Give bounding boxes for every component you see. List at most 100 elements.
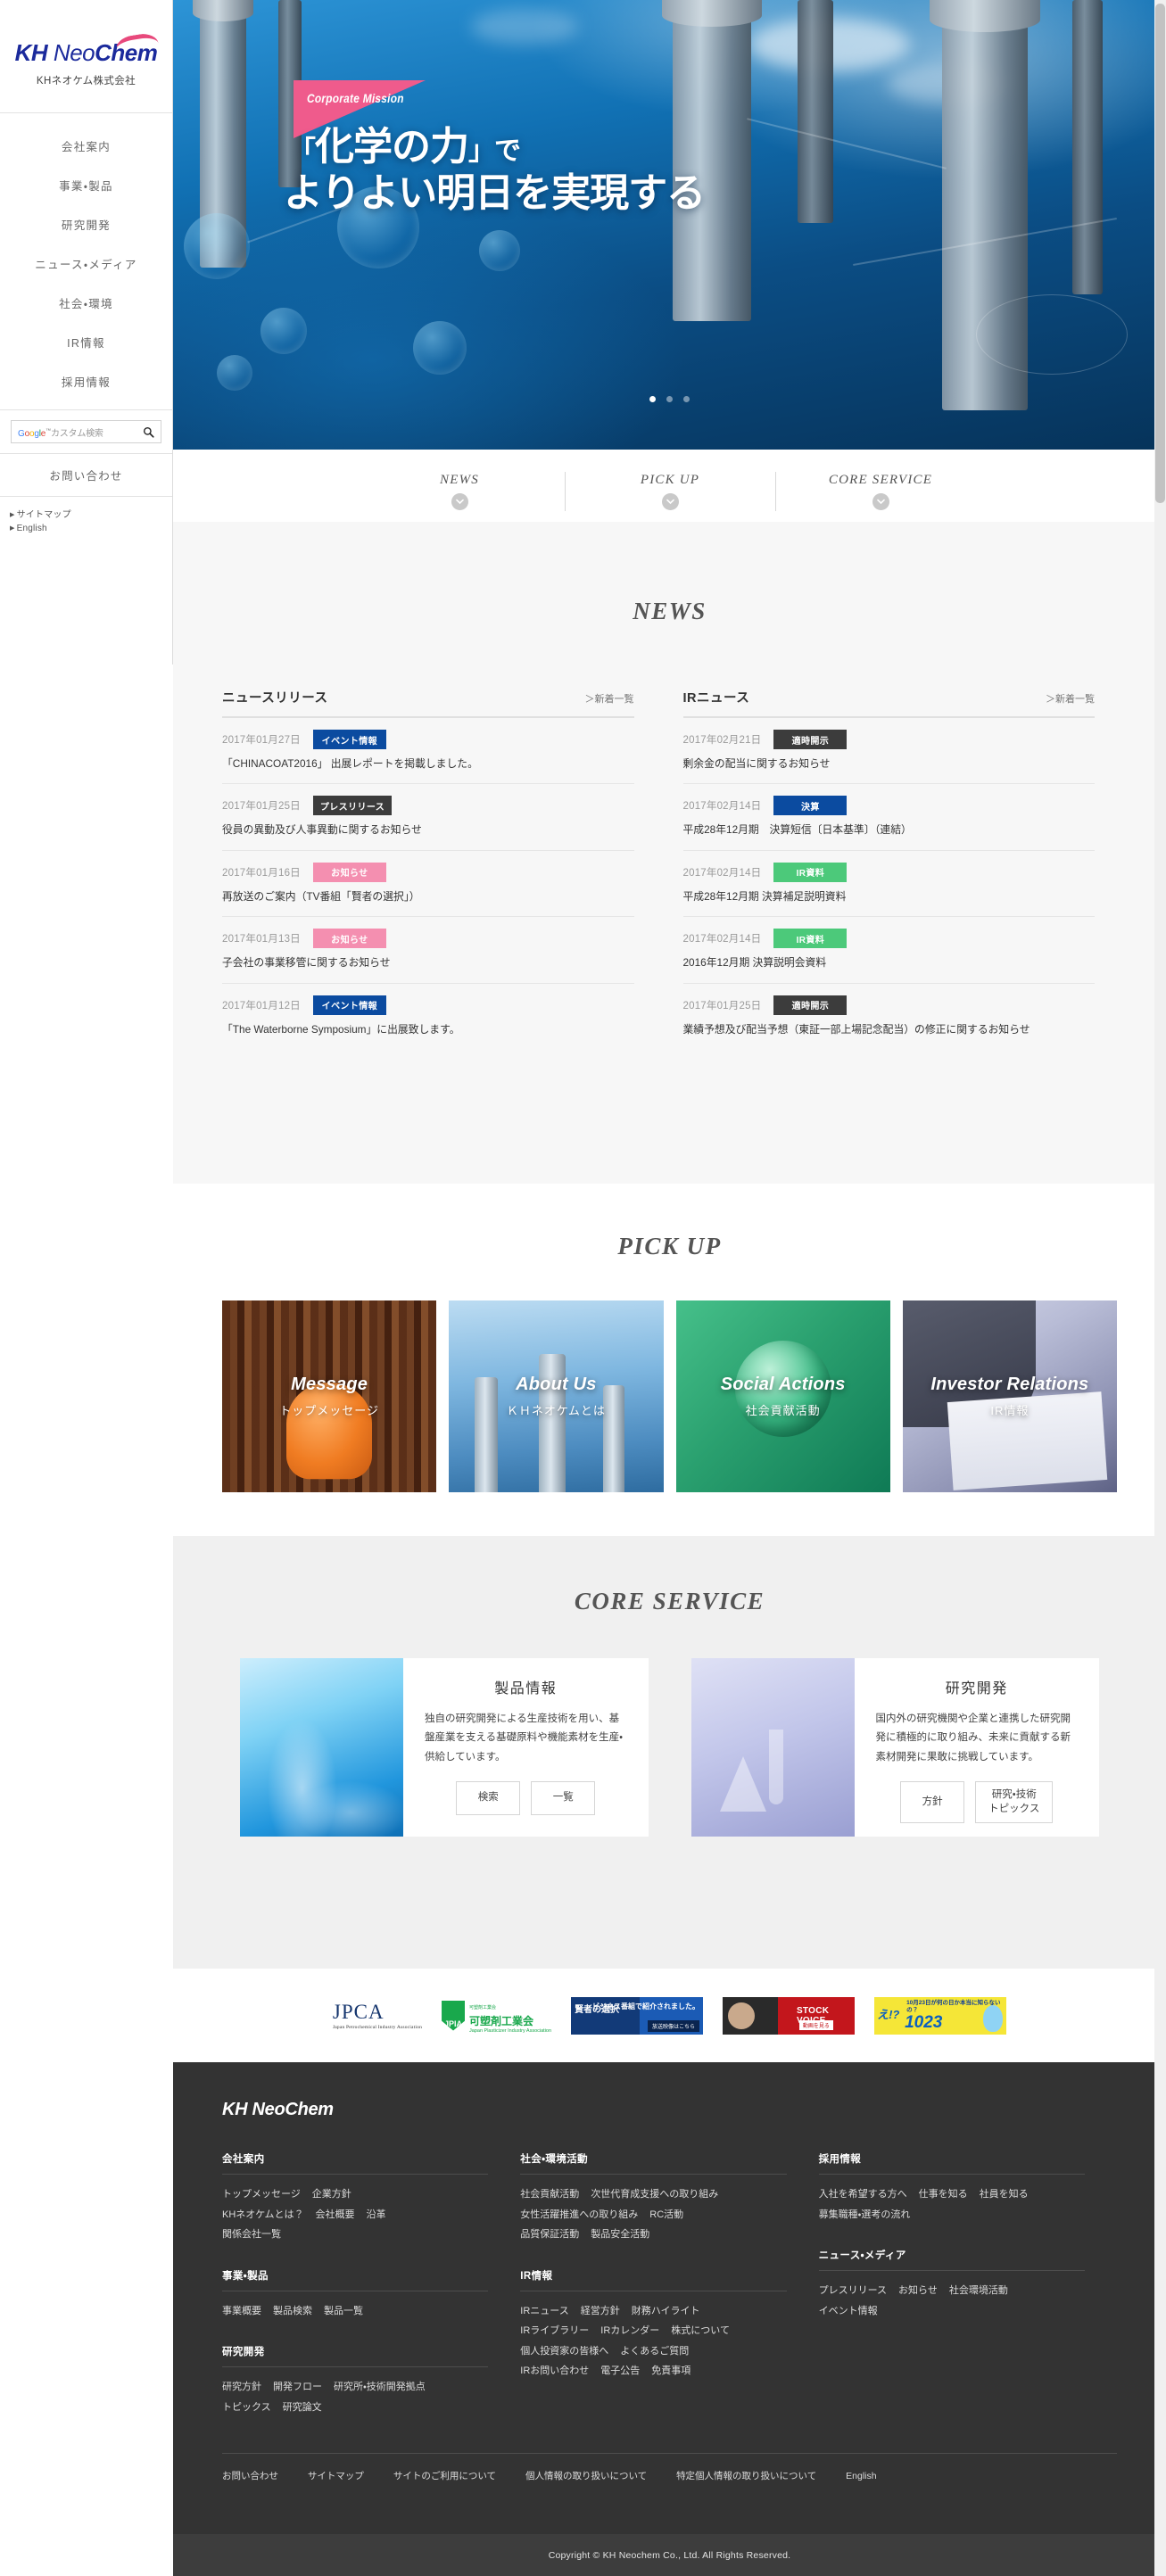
sidebar-item-business[interactable]: 事業・製品 bbox=[0, 165, 172, 204]
product-search-button[interactable]: 検索 bbox=[456, 1780, 521, 1815]
product-list-button[interactable]: 一覧 bbox=[531, 1780, 596, 1815]
footer-column-3: 採用情報 入社を希望する方へ 仕事を知る 社員を知る 募集職種・選考の流れ ニュース… bbox=[818, 2151, 1117, 2440]
news-item[interactable]: 2017年02月14日 決算 平成28年12月期 決算短信〔日本基準〕（連結） bbox=[682, 784, 1095, 851]
news-date: 2017年01月25日 bbox=[682, 1000, 762, 1011]
sidebar-item-ir[interactable]: IR情報 bbox=[0, 322, 172, 361]
news-item[interactable]: 2017年01月25日 適時開示 業績予想及び配当予想（東証一部上場記念配当）の… bbox=[683, 984, 1096, 1049]
sidebar-item-rnd[interactable]: 研究開発 bbox=[0, 204, 172, 244]
core-service-title: CORE SERVICE bbox=[574, 1588, 765, 1614]
page-scrollbar[interactable] bbox=[1154, 0, 1166, 2576]
news-item[interactable]: 2017年01月27日 イベント情報 「CHINACOAT2016」 出展レポー… bbox=[222, 718, 634, 785]
footer-link[interactable]: 社員を知る bbox=[980, 2189, 1029, 2200]
pickup-card-social-actions[interactable]: Social Actions 社会貢献活動 bbox=[675, 1300, 890, 1492]
footer-link[interactable]: 研究所・技術開発拠点 bbox=[334, 2382, 426, 2392]
news-item[interactable]: 2017年02月21日 適時開示 剰余金の配当に関するお知らせ bbox=[682, 718, 1095, 785]
footer-link[interactable]: 企業方針 bbox=[312, 2189, 351, 2200]
ir-news-more-link[interactable]: ＞新着一覧 bbox=[1046, 691, 1095, 706]
footer-link[interactable]: 製品一覧 bbox=[324, 2306, 363, 2316]
footer-link[interactable]: 募集職種・選考の流れ bbox=[819, 2209, 911, 2220]
footer-bottom-link-terms[interactable]: サイトのご利用について bbox=[393, 2471, 496, 2481]
footer-link[interactable]: 会社概要 bbox=[316, 2209, 355, 2220]
footer-link[interactable]: トップメッセージ bbox=[222, 2189, 301, 2200]
footer-link[interactable]: 社会貢献活動 bbox=[520, 2189, 579, 2200]
search-icon[interactable] bbox=[143, 426, 154, 438]
footer-link[interactable]: 仕事を知る bbox=[919, 2189, 968, 2200]
anchor-core-service[interactable]: CORE SERVICE bbox=[775, 461, 986, 522]
footer-link[interactable]: 経営方針 bbox=[581, 2306, 620, 2316]
banner-jpia[interactable]: JPIA 可塑剤工業会 可塑剤工業会 Japan Plasticizer Ind… bbox=[442, 1997, 551, 2034]
pickup-card-message[interactable]: Message トップメッセージ bbox=[222, 1300, 437, 1492]
site-logo[interactable]: KH NeoChem KHネオケム株式会社 bbox=[0, 0, 172, 87]
anchor-news-label: NEWS bbox=[440, 473, 479, 487]
hero-dot-3[interactable] bbox=[683, 396, 691, 402]
footer-link[interactable]: 研究方針 bbox=[222, 2382, 261, 2392]
news-item[interactable]: 2017年01月25日 プレスリリース 役員の異動及び人事異動に関するお知らせ bbox=[222, 784, 634, 851]
footer-link[interactable]: 事業概要 bbox=[222, 2306, 261, 2316]
sidebar-item-news-media[interactable]: ニュース・メディア bbox=[0, 244, 172, 283]
news-release-more-link[interactable]: ＞新着一覧 bbox=[585, 691, 634, 706]
footer-link[interactable]: 沿革 bbox=[367, 2209, 386, 2220]
hero-dot-2[interactable] bbox=[666, 396, 673, 402]
sidebar-item-company[interactable]: 会社案内 bbox=[0, 126, 172, 165]
scrollbar-thumb[interactable] bbox=[1155, 4, 1165, 503]
footer-logo[interactable]: KH NeoChem bbox=[173, 2062, 1166, 2120]
footer-link[interactable]: IRカレンダー bbox=[600, 2325, 659, 2336]
footer-link[interactable]: 個人投資家の皆様へ bbox=[520, 2346, 608, 2357]
footer-link[interactable]: KHネオケムとは？ bbox=[222, 2209, 304, 2220]
footer-link[interactable]: 品質保証活動 bbox=[520, 2229, 579, 2240]
banner-kenja-no-sentaku[interactable]: 賢者の選択 ビジネス番組で紹介されました。 放送映像はこちら bbox=[571, 1996, 704, 2035]
pickup-card-investor-relations[interactable]: Investor Relations IR情報 bbox=[902, 1300, 1117, 1492]
footer-link[interactable]: 次世代育成支援への取り組み bbox=[591, 2189, 718, 2200]
footer-link[interactable]: 関係会社一覧 bbox=[222, 2229, 281, 2240]
footer-link[interactable]: トピックス bbox=[222, 2402, 271, 2413]
news-item[interactable]: 2017年02月14日 IR資料 平成28年12月期 決算補足説明資料 bbox=[682, 851, 1095, 918]
search-input[interactable]: Google™カスタム検索 bbox=[11, 420, 161, 443]
footer-link[interactable]: IRニュース bbox=[520, 2306, 568, 2316]
hero-dot-1[interactable] bbox=[649, 396, 656, 402]
footer-link[interactable]: RC活動 bbox=[649, 2209, 683, 2220]
anchor-news[interactable]: NEWS bbox=[354, 461, 565, 522]
banner-stock-voice[interactable]: STOCK VOICE 動画を見る bbox=[723, 1996, 856, 2035]
sidebar-sitemap-link[interactable]: サイトマップ bbox=[10, 507, 172, 520]
pickup-card-about-us[interactable]: About Us ＫＨネオケムとは bbox=[449, 1300, 664, 1492]
sidebar-item-careers[interactable]: 採用情報 bbox=[0, 361, 172, 400]
news-item[interactable]: 2017年01月12日 イベント情報 「The Waterborne Sympo… bbox=[222, 984, 634, 1049]
news-item[interactable]: 2017年01月16日 お知らせ 再放送のご案内（TV番組「賢者の選択」） bbox=[222, 851, 634, 918]
footer-bottom-link-sitemap[interactable]: サイトマップ bbox=[308, 2471, 364, 2481]
news-date: 2017年02月14日 bbox=[682, 934, 762, 945]
footer-link[interactable]: 財務ハイライト bbox=[632, 2306, 700, 2316]
sidebar-contact-link[interactable]: お問い合わせ bbox=[0, 454, 172, 497]
footer-link[interactable]: IRお問い合わせ bbox=[520, 2365, 589, 2376]
banner-jpca[interactable]: JPCA Japan Petrochemical Industry Associ… bbox=[333, 2001, 422, 2030]
news-tag: お知らせ bbox=[312, 929, 386, 949]
footer-link[interactable]: 研究論文 bbox=[283, 2402, 322, 2413]
footer-link[interactable]: よくあるご質問 bbox=[620, 2346, 689, 2357]
footer-link[interactable]: 入社を希望する方へ bbox=[819, 2189, 907, 2200]
footer-bottom-link-english[interactable]: English bbox=[846, 2471, 876, 2481]
footer-link[interactable]: お知らせ bbox=[898, 2285, 938, 2296]
footer-link[interactable]: 女性活躍推進への取り組み bbox=[520, 2209, 638, 2220]
news-section: NEWS ニュースリリース ＞新着一覧 2017年01月27日 イベント情報 「… bbox=[173, 522, 1166, 1184]
footer-link[interactable]: イベント情報 bbox=[819, 2306, 878, 2316]
footer-bottom-link-contact[interactable]: お問い合わせ bbox=[222, 2471, 278, 2481]
banner-1023-campaign[interactable]: え!? 10月23日が何の日か本当に知らないの？ 1023 bbox=[874, 1996, 1007, 2035]
footer-link[interactable]: 電子公告 bbox=[600, 2365, 640, 2376]
footer-link[interactable]: 社会環境活動 bbox=[949, 2285, 1008, 2296]
footer-link[interactable]: IRライブラリー bbox=[520, 2325, 589, 2336]
sidebar-english-link[interactable]: English bbox=[10, 524, 172, 533]
footer-link[interactable]: プレスリリース bbox=[819, 2285, 887, 2296]
rnd-topics-button[interactable]: 研究・技術 トピックス bbox=[975, 1780, 1054, 1824]
news-item[interactable]: 2017年01月13日 お知らせ 子会社の事業移管に関するお知らせ bbox=[222, 917, 634, 984]
footer-link[interactable]: 免責事項 bbox=[651, 2365, 691, 2376]
news-item[interactable]: 2017年02月14日 IR資料 2016年12月期 決算説明会資料 bbox=[682, 917, 1095, 984]
rnd-policy-button[interactable]: 方針 bbox=[900, 1780, 965, 1824]
jpca-logo-text: JPCA bbox=[332, 2001, 385, 2023]
footer-link[interactable]: 製品検索 bbox=[273, 2306, 312, 2316]
footer-bottom-link-privacy[interactable]: 個人情報の取り扱いについて bbox=[525, 2471, 647, 2481]
footer-link[interactable]: 株式について bbox=[671, 2325, 730, 2336]
footer-link[interactable]: 開発フロー bbox=[273, 2382, 322, 2392]
footer-link[interactable]: 製品安全活動 bbox=[591, 2229, 649, 2240]
anchor-pickup[interactable]: PICK UP bbox=[565, 461, 775, 522]
footer-bottom-link-mynumber[interactable]: 特定個人情報の取り扱いについて bbox=[676, 2471, 816, 2481]
sidebar-item-society-env[interactable]: 社会・環境 bbox=[0, 283, 172, 322]
